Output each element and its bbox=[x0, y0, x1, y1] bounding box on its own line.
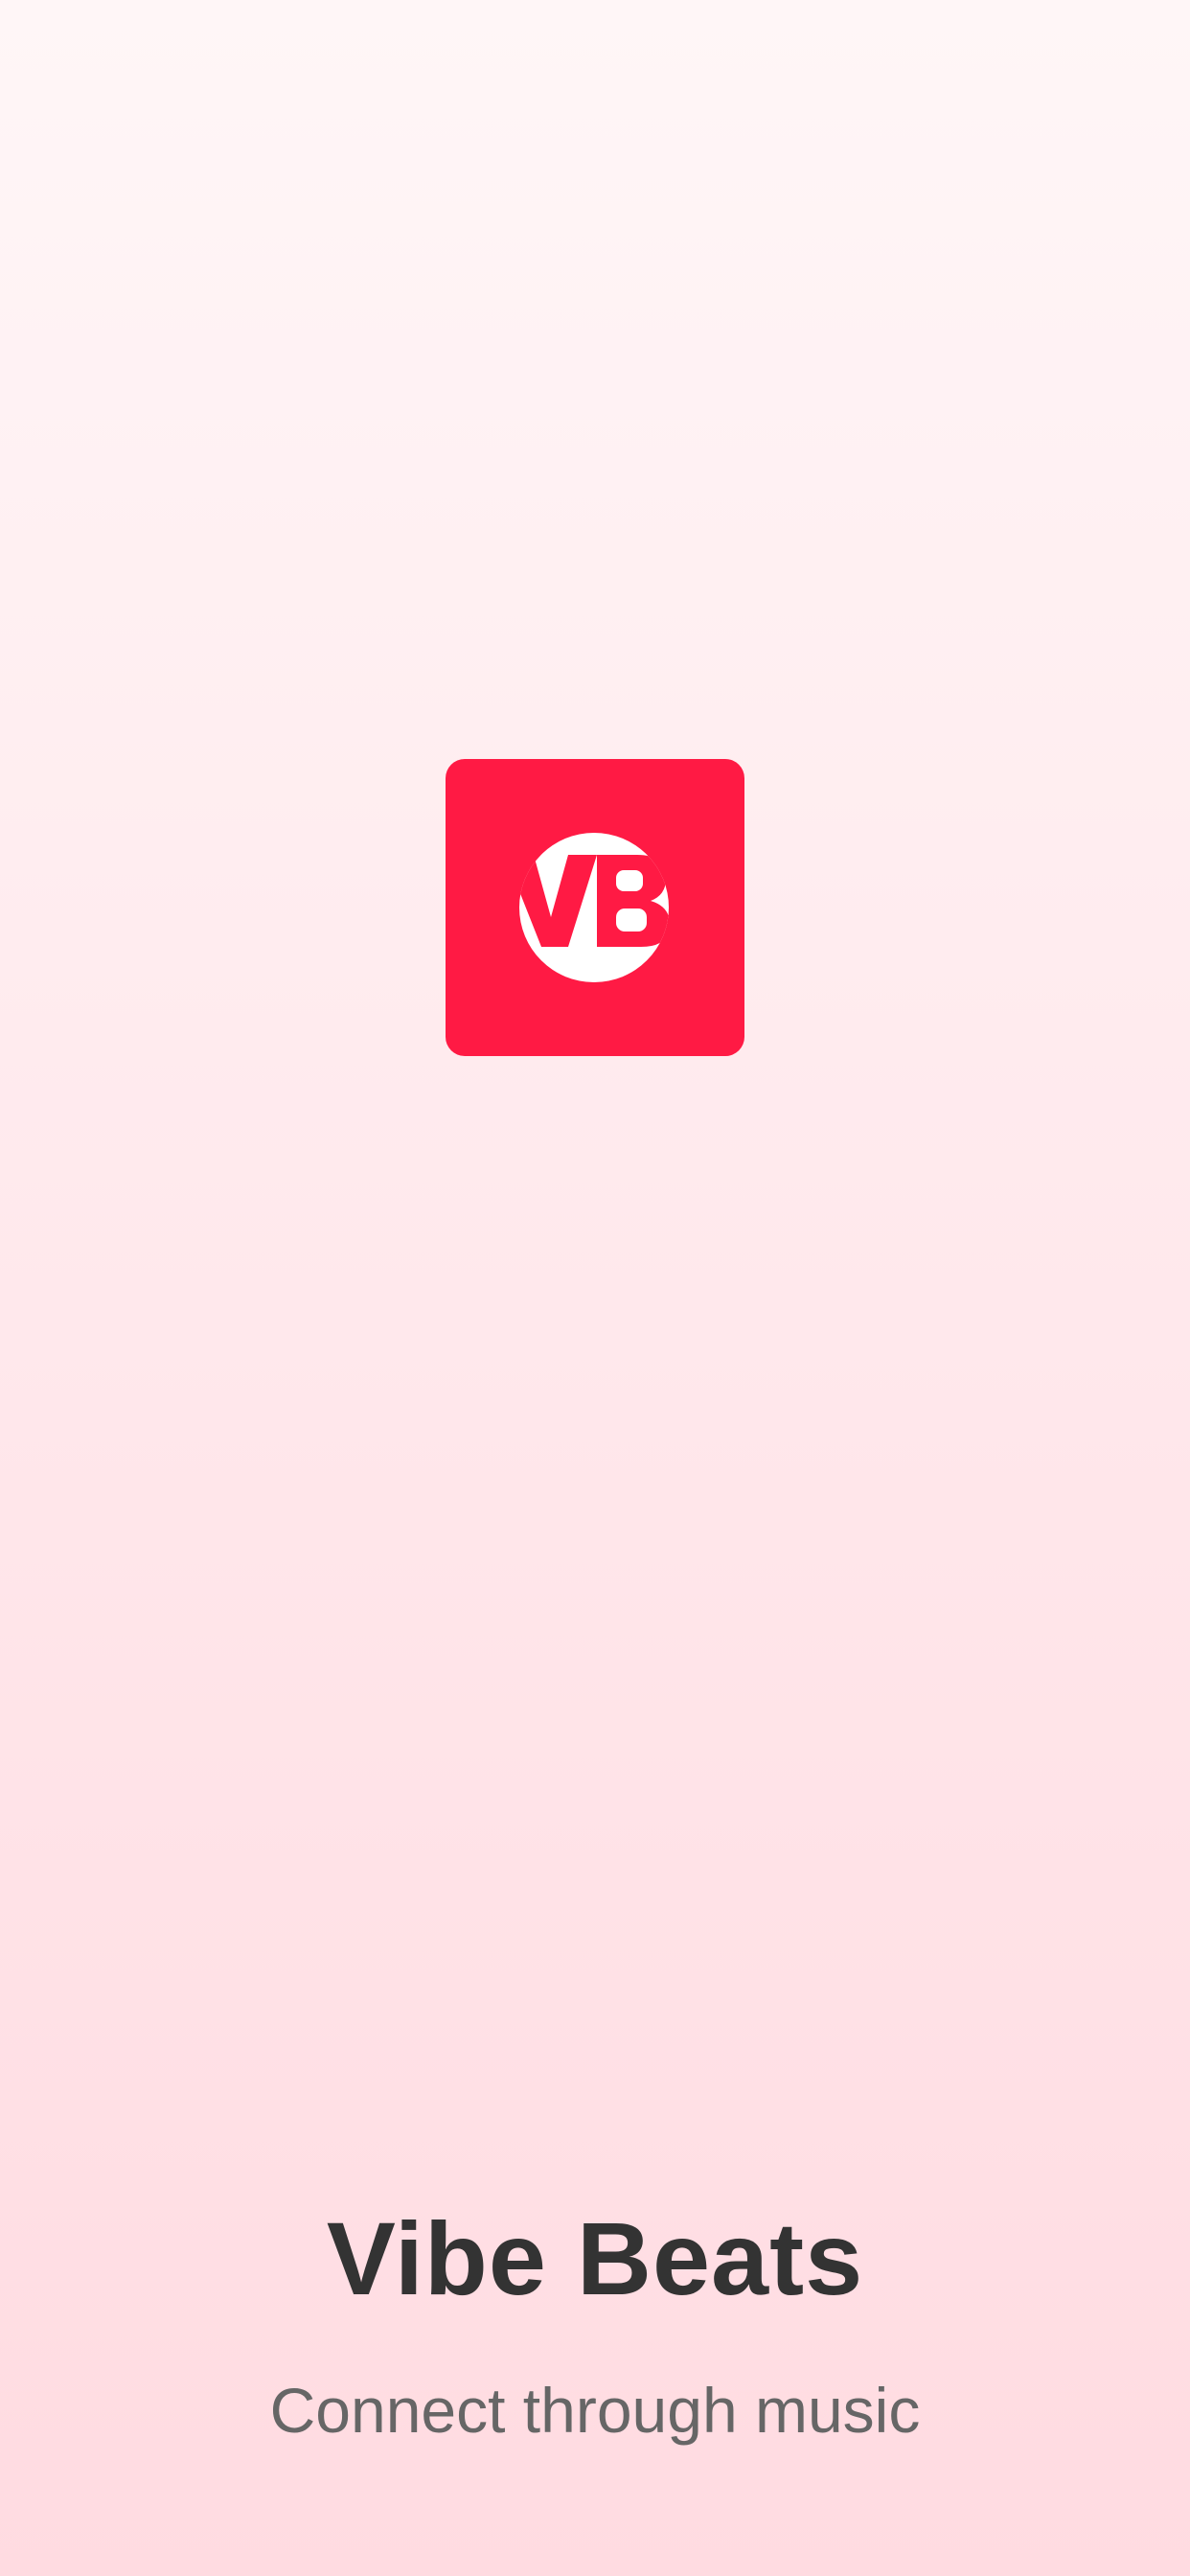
app-title: Vibe Beats bbox=[326, 2200, 864, 2316]
vb-monogram-icon bbox=[519, 833, 669, 982]
app-logo bbox=[446, 759, 744, 1056]
app-tagline: Connect through music bbox=[269, 2375, 921, 2446]
